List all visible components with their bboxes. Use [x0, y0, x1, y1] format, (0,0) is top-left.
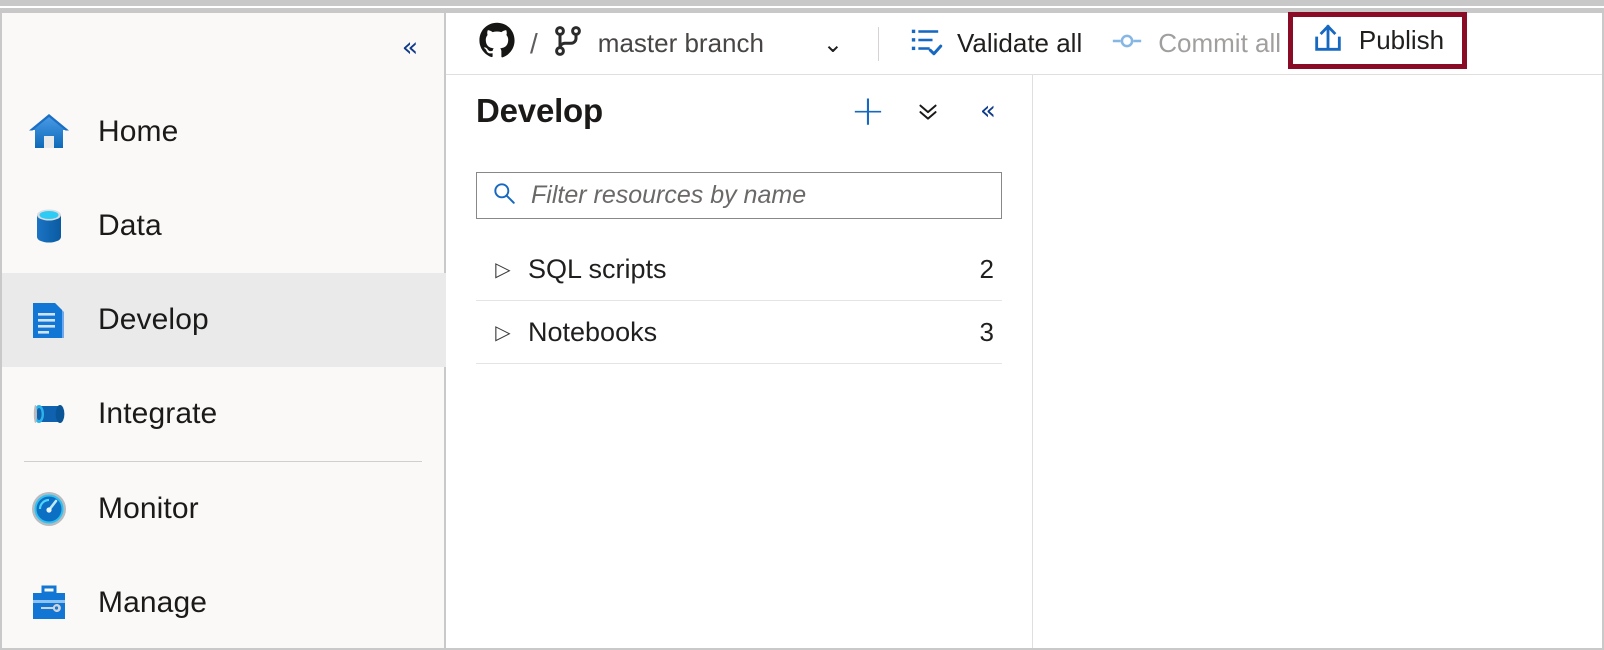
toolbar-divider: [877, 26, 879, 61]
panel-action-group: + «: [848, 90, 1008, 132]
source-control-button[interactable]: [478, 13, 516, 75]
upload-icon: [1311, 21, 1345, 60]
editor-content-area: [1034, 75, 1602, 648]
chevron-right-icon[interactable]: ▷: [486, 320, 520, 344]
sidebar-item-label: Data: [98, 209, 162, 242]
filter-resources-box[interactable]: [476, 172, 1002, 219]
branch-label: master branch: [597, 28, 764, 58]
tree-item-label: SQL scripts: [528, 253, 667, 284]
commit-all-label: Commit all: [1158, 28, 1282, 58]
tree-item-count: 2: [979, 253, 994, 284]
left-navigation: « Home Data Develop Integrate Monitor Ma…: [2, 13, 446, 648]
chevron-double-down-icon[interactable]: [908, 91, 948, 131]
sidebar-item-label: Manage: [98, 586, 208, 619]
plus-icon[interactable]: +: [848, 90, 888, 132]
app-root: « Home Data Develop Integrate Monitor Ma…: [0, 0, 1604, 650]
sidebar-item-monitor[interactable]: Monitor: [2, 462, 446, 556]
sidebar-item-data[interactable]: Data: [2, 179, 446, 273]
commit-all-button[interactable]: Commit all: [1110, 13, 1281, 75]
chevron-double-left-icon: «: [401, 31, 419, 63]
gauge-icon: [26, 486, 72, 532]
git-branch-icon: [552, 25, 584, 62]
sidebar-collapse-button[interactable]: «: [390, 27, 430, 67]
sidebar-item-label: Integrate: [98, 397, 218, 430]
chevron-down-icon[interactable]: ⌄: [816, 27, 850, 61]
panel-header: Develop + «: [446, 75, 1032, 147]
publish-label: Publish: [1358, 25, 1445, 55]
resource-tree: ▷ SQL scripts 2 ▷ Notebooks 3: [476, 238, 1002, 364]
page-title: Develop: [476, 92, 603, 129]
tree-item-label: Notebooks: [528, 316, 658, 347]
tree-item-notebooks[interactable]: ▷ Notebooks 3: [476, 301, 1002, 364]
document-icon: [26, 297, 72, 343]
sidebar-item-home[interactable]: Home: [2, 85, 446, 179]
sidebar-item-label: Monitor: [98, 492, 199, 525]
validate-all-label: Validate all: [956, 28, 1083, 58]
sidebar-item-label: Home: [98, 115, 179, 148]
breadcrumb-separator: /: [530, 27, 538, 59]
tree-item-count: 3: [979, 316, 994, 347]
publish-button-highlight: Publish: [1288, 12, 1467, 69]
validate-all-button[interactable]: Validate all: [909, 13, 1082, 75]
publish-button[interactable]: Publish: [1311, 10, 1444, 72]
sidebar-item-develop[interactable]: Develop: [2, 273, 446, 367]
git-commit-icon: [1110, 24, 1144, 63]
sidebar-item-label: Develop: [98, 303, 209, 336]
sidebar-nav-list: Home Data Develop Integrate Monitor Mana…: [2, 85, 446, 650]
tree-item-sql-scripts[interactable]: ▷ SQL scripts 2: [476, 238, 1002, 301]
toolbox-icon: [26, 580, 72, 626]
home-icon: [26, 109, 72, 155]
search-icon: [491, 180, 517, 211]
sidebar-item-manage[interactable]: Manage: [2, 556, 446, 650]
pipeline-icon: [26, 391, 72, 437]
develop-panel: Develop + « ▷ SQL scr: [446, 75, 1033, 648]
chevron-double-left-icon[interactable]: «: [968, 91, 1008, 131]
branch-selector[interactable]: master branch ⌄: [552, 13, 850, 75]
search-input[interactable]: [531, 181, 971, 210]
database-icon: [26, 203, 72, 249]
sidebar-item-integrate[interactable]: Integrate: [2, 367, 446, 461]
checklist-icon: [909, 24, 943, 63]
github-icon: [478, 22, 516, 65]
chevron-right-icon[interactable]: ▷: [486, 257, 520, 281]
